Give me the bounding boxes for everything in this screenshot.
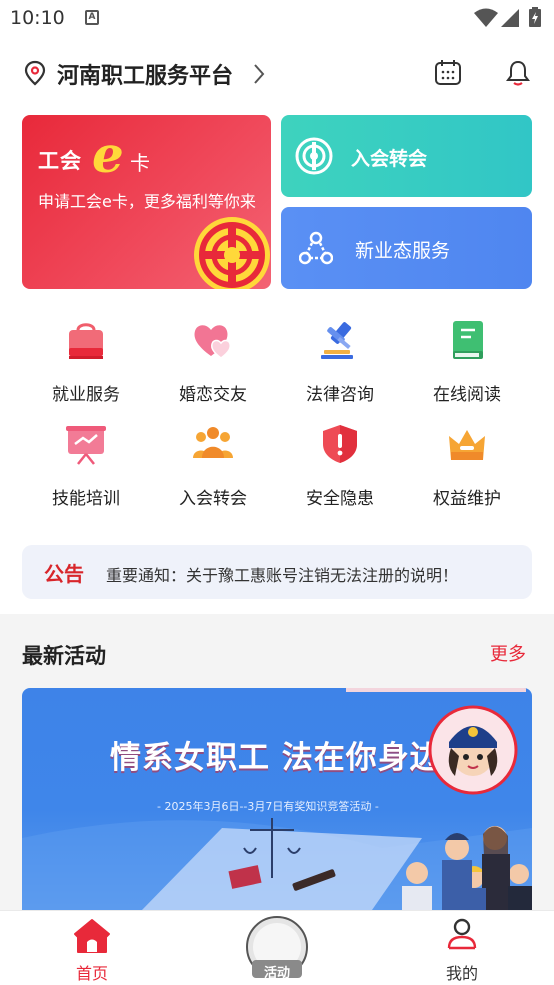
ecard-suffix: 卡 (130, 151, 150, 175)
tab-label: 首页 (75, 964, 108, 983)
join-union-card[interactable]: 入会转会 (281, 115, 532, 197)
calendar-icon[interactable] (434, 58, 462, 86)
join-union-label: 入会转会 (351, 148, 428, 170)
tab-label: 我的 (445, 964, 478, 983)
announcement-text[interactable]: 重要通知：关于豫工惠账号注销无法注册的说明！ (106, 562, 458, 586)
chevron-right-icon[interactable] (252, 62, 266, 86)
bell-icon[interactable] (506, 59, 530, 87)
more-link[interactable]: 更多 (490, 640, 526, 666)
announcement-tag: 公告 (44, 562, 84, 586)
tab-label: 活动 (263, 966, 290, 981)
location-pin-icon[interactable] (24, 60, 46, 86)
new-business-card[interactable]: 新业态服务 (281, 207, 532, 289)
service-employment[interactable]: 就业服务 (22, 310, 150, 410)
bottom-tab-bar: 首页 活动 我的 (0, 910, 554, 985)
section-title: 最新活动 (22, 644, 106, 668)
new-business-label: 新业态服务 (355, 240, 451, 262)
status-bar: 10:10 A (0, 0, 554, 38)
people-group-icon (193, 427, 233, 458)
hearts-icon (194, 325, 231, 359)
platform-title[interactable]: 河南职工服务平台 (57, 58, 233, 90)
notification-icon: A (85, 10, 99, 25)
banner-title: 情系女职工 法在你身边 (110, 740, 442, 776)
service-label: 安全隐患 (306, 489, 374, 509)
service-reading[interactable]: 在线阅读 (403, 310, 531, 410)
status-time: 10:10 (10, 7, 65, 29)
service-label: 在线阅读 (433, 385, 501, 405)
top-header: 河南职工服务平台 (0, 48, 554, 98)
banner-subtitle: - 2025年3月6日--3月7日有奖知识竞答活动 - (157, 800, 379, 813)
service-dating[interactable]: 婚恋交友 (149, 310, 277, 410)
union-emblem-icon (194, 217, 270, 289)
service-label: 权益维护 (433, 489, 501, 509)
tab-mine[interactable]: 我的 (402, 911, 522, 985)
crown-icon (449, 430, 485, 460)
ecard-prefix: 工会 (38, 149, 82, 173)
ecard-e-logo: e (92, 125, 124, 184)
union-ecard-banner[interactable]: 工会 e 卡 申请工会e卡，更多福利等你来 (22, 115, 271, 289)
union-emblem-icon (295, 137, 333, 175)
activity-banner[interactable]: 情系女职工 法在你身边 - 2025年3月6日--3月7日有奖知识竞答活动 - (22, 688, 532, 910)
ecard-description: 申请工会e卡，更多福利等你来 (38, 192, 256, 211)
service-label: 就业服务 (52, 385, 120, 405)
police-mascot-icon (428, 705, 518, 795)
home-icon (74, 919, 110, 953)
network-nodes-icon (299, 231, 333, 265)
service-label: 入会转会 (179, 489, 247, 509)
service-join[interactable]: 入会转会 (149, 414, 277, 514)
gavel-icon (321, 322, 353, 359)
announcement-bar[interactable]: 公告 重要通知：关于豫工惠账号注销无法注册的说明！ (22, 545, 532, 599)
service-label: 技能培训 (52, 489, 120, 509)
section-divider (0, 614, 554, 626)
wifi-icon (474, 8, 498, 27)
service-safety[interactable]: 安全隐患 (276, 414, 404, 514)
service-legal[interactable]: 法律咨询 (276, 310, 404, 410)
user-profile-icon (447, 918, 477, 950)
tab-home[interactable]: 首页 (32, 911, 152, 985)
book-icon (453, 321, 483, 359)
signal-icon (501, 9, 519, 27)
service-rights[interactable]: 权益维护 (403, 414, 531, 514)
service-label: 婚恋交友 (179, 385, 247, 405)
presentation-board-icon (66, 426, 106, 465)
service-label: 法律咨询 (306, 385, 374, 405)
service-training[interactable]: 技能培训 (22, 414, 150, 514)
battery-icon (529, 7, 541, 27)
tab-activity[interactable]: 活动 (217, 911, 337, 985)
shopping-bag-icon (69, 323, 103, 359)
shield-alert-icon (323, 425, 357, 463)
